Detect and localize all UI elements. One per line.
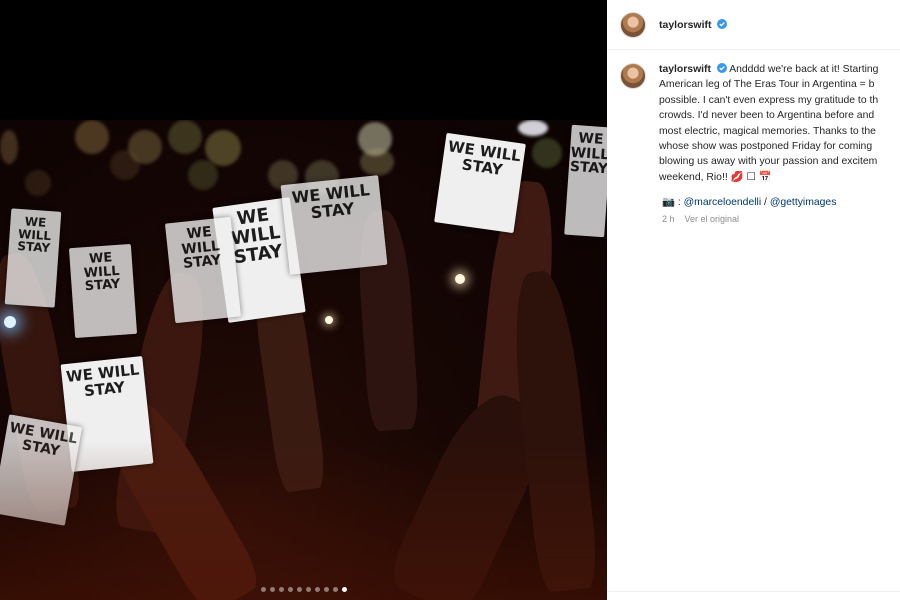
credit-link-photographer[interactable]: @marceloendelli	[684, 197, 762, 208]
post-caption: taylorswift Andddd we're back at it! Sta…	[607, 50, 900, 185]
protest-sign: WE WILL STAY	[564, 124, 607, 238]
concert-photo[interactable]: WE WILL STAY WE WILL STAY WE WILL STAY W…	[0, 120, 607, 600]
caption-line: blowing us away with your passion and ex…	[659, 156, 878, 168]
carousel-dot[interactable]	[341, 587, 347, 592]
caption-line: whose show was postponed Friday for comi…	[659, 141, 873, 153]
username-text: taylorswift	[659, 18, 712, 31]
divider	[607, 591, 900, 592]
protest-sign: WE WILL STAY	[280, 175, 388, 275]
credit-link-agency[interactable]: @gettyimages	[770, 197, 837, 208]
avatar[interactable]	[620, 63, 646, 89]
caption-text: taylorswift Andddd we're back at it! Sta…	[659, 62, 878, 185]
carousel-dot[interactable]	[269, 587, 275, 592]
carousel-dot[interactable]	[296, 587, 302, 592]
camera-icon: 📷 :	[662, 197, 684, 209]
carousel-dot[interactable]	[323, 587, 329, 592]
caption-line: American leg of The Eras Tour in Argenti…	[659, 79, 875, 91]
avatar[interactable]	[620, 11, 646, 38]
protest-sign: WE WILL STAY	[434, 132, 526, 234]
post-header: taylorswift	[607, 0, 900, 50]
caption-line: Andddd we're back at it! Starting	[729, 64, 879, 75]
carousel-indicator[interactable]	[0, 587, 607, 592]
protest-sign: WE WILL STAY	[4, 208, 62, 308]
photo-credit: 📷 : @marceloendelli / @gettyimages	[662, 195, 900, 208]
carousel-dot[interactable]	[314, 587, 320, 592]
caption-line: possible. I can't even express my gratit…	[659, 94, 879, 106]
verified-badge-icon	[717, 18, 728, 29]
post-timestamp: 2 h	[662, 214, 675, 225]
post-side-panel: taylorswift taylorswift Andddd we're bac…	[607, 0, 900, 600]
caption-line: most electric, magical memories. Thanks …	[659, 125, 876, 137]
caption-line: crowds. I'd never been to Argentina befo…	[659, 110, 875, 122]
carousel-dot[interactable]	[287, 587, 293, 592]
caption-username[interactable]: taylorswift	[659, 64, 711, 75]
username-link[interactable]: taylorswift	[659, 18, 728, 31]
carousel-dot[interactable]	[278, 587, 284, 592]
carousel-dot[interactable]	[332, 587, 338, 592]
post-media-panel: WE WILL STAY WE WILL STAY WE WILL STAY W…	[0, 0, 607, 600]
protest-sign: WE WILL STAY	[68, 243, 138, 339]
post-meta: 2 h Ver el original	[662, 214, 900, 224]
verified-badge-icon	[716, 63, 727, 73]
credit-separator: /	[761, 197, 770, 209]
carousel-dot[interactable]	[260, 587, 266, 592]
protest-sign: WE WILL STAY	[164, 216, 242, 324]
carousel-dot[interactable]	[305, 587, 311, 592]
caption-line: weekend, Rio!! 💋 ☐ 📅	[659, 171, 772, 183]
see-original-button[interactable]: Ver el original	[685, 214, 740, 224]
